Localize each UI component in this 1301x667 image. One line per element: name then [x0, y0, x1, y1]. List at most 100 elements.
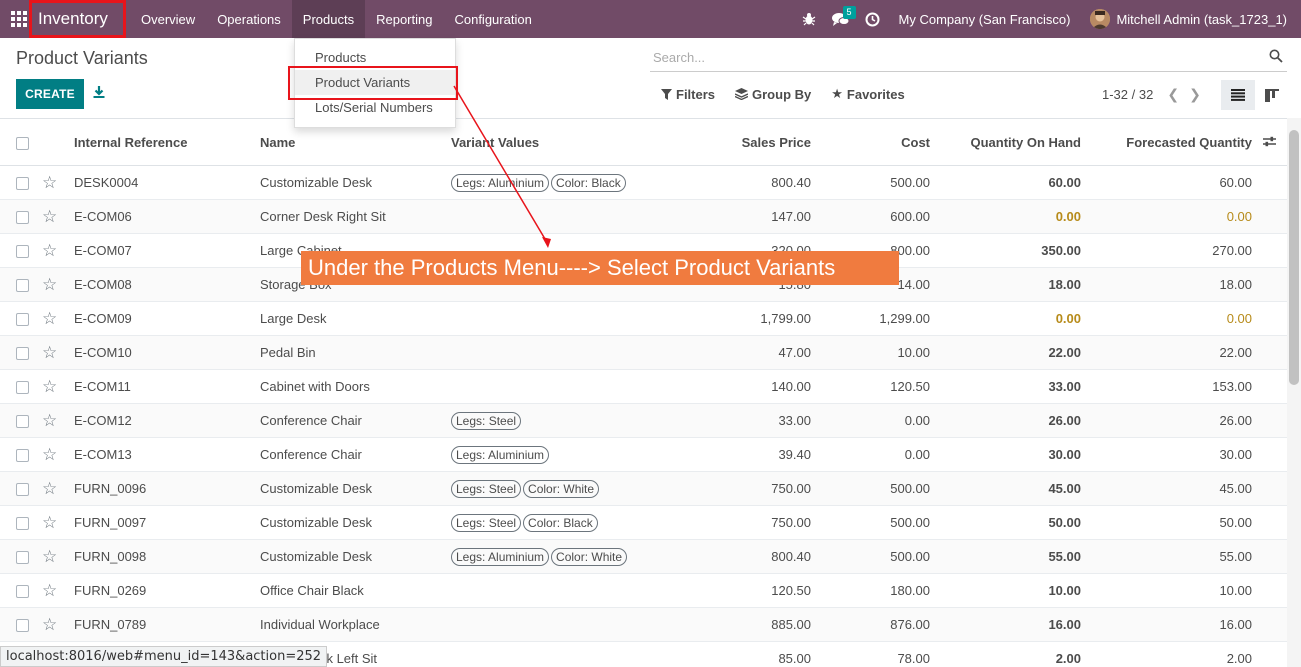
- favorite-star-icon[interactable]: ☆: [42, 377, 57, 396]
- table-row[interactable]: ☆ E-COM10 Pedal Bin 47.00 10.00 22.00 22.00: [0, 335, 1287, 370]
- favorite-star-icon[interactable]: ☆: [42, 581, 57, 600]
- table-row[interactable]: ☆ FURN_0789 Individual Workplace 885.00 876.…: [0, 607, 1287, 642]
- dropdown-item-product-variants[interactable]: Product Variants: [295, 70, 455, 95]
- table-row[interactable]: ☆ E-COM12 Conference Chair Legs: Steel 33.00…: [0, 403, 1287, 438]
- table-row[interactable]: ☆ E-COM11 Cabinet with Doors 140.00 120.50 33…: [0, 369, 1287, 404]
- favorites-toggle[interactable]: ★ Favorites: [831, 86, 904, 102]
- table-row[interactable]: ☆ FURN_0096 Customizable Desk Legs: Steel Co…: [0, 471, 1287, 506]
- table-row[interactable]: ☆ FURN_0269 Office Chair Black 120.50 180.00…: [0, 573, 1287, 608]
- table-row[interactable]: ☆ E-COM13 Conference Chair Legs: Aluminium 3…: [0, 437, 1287, 472]
- cell-name: Pedal Bin: [260, 335, 451, 370]
- favorite-star-icon[interactable]: ☆: [42, 241, 57, 260]
- activity-clock-icon[interactable]: [857, 0, 889, 38]
- cell-cost: 10.00: [811, 335, 930, 370]
- row-checkbox[interactable]: [16, 551, 29, 565]
- pager-next-icon[interactable]: ❯: [1189, 86, 1201, 103]
- search-input[interactable]: [650, 44, 1250, 70]
- download-icon[interactable]: [92, 85, 108, 101]
- group-by-label: Group By: [752, 86, 812, 102]
- dropdown-item-lots-serial[interactable]: Lots/Serial Numbers: [295, 95, 455, 120]
- header-internal-reference[interactable]: Internal Reference: [74, 118, 260, 166]
- favorite-star-icon[interactable]: ☆: [42, 615, 57, 634]
- star-icon: ★: [831, 86, 843, 101]
- vertical-scrollbar[interactable]: [1287, 118, 1301, 667]
- dropdown-item-products[interactable]: Products: [295, 45, 455, 70]
- user-avatar[interactable]: [1090, 9, 1111, 29]
- row-select-cell: [0, 165, 42, 200]
- row-select-cell: [0, 369, 42, 404]
- row-checkbox[interactable]: [16, 483, 29, 497]
- create-button[interactable]: CREATE: [16, 79, 84, 109]
- header-cost[interactable]: Cost: [811, 118, 930, 166]
- row-checkbox[interactable]: [16, 449, 29, 463]
- cell-variant-values: Legs: Aluminium Color: White: [451, 539, 671, 574]
- variant-value-tag: Color: Black: [523, 513, 598, 532]
- menu-configuration[interactable]: Configuration: [443, 0, 542, 38]
- optional-columns-icon[interactable]: [1252, 118, 1287, 166]
- favorite-star-icon[interactable]: ☆: [42, 513, 57, 532]
- kanban-view-icon[interactable]: [1255, 80, 1289, 110]
- row-checkbox[interactable]: [16, 313, 29, 327]
- table-row[interactable]: ☆ FURN_0097 Customizable Desk Legs: Steel Co…: [0, 505, 1287, 540]
- favorite-star-icon[interactable]: ☆: [42, 445, 57, 464]
- company-switcher[interactable]: My Company (San Francisco): [899, 12, 1071, 27]
- pager-previous-icon[interactable]: ❮: [1167, 86, 1179, 103]
- cell-internal-reference: FURN_0098: [74, 539, 260, 574]
- list-view-icon[interactable]: [1221, 80, 1255, 110]
- row-checkbox[interactable]: [16, 517, 29, 531]
- row-checkbox[interactable]: [16, 245, 29, 259]
- main-menu: Overview Operations Products Reporting C…: [130, 0, 543, 38]
- row-checkbox[interactable]: [16, 381, 29, 395]
- favorite-star-icon[interactable]: ☆: [42, 275, 57, 294]
- menu-reporting[interactable]: Reporting: [365, 0, 443, 38]
- products-dropdown: Products Product Variants Lots/Serial Nu…: [294, 38, 456, 128]
- header-quantity-on-hand[interactable]: Quantity On Hand: [930, 118, 1081, 166]
- header-forecasted-quantity[interactable]: Forecasted Quantity: [1081, 118, 1252, 166]
- row-checkbox[interactable]: [16, 347, 29, 361]
- favorite-star-icon[interactable]: ☆: [42, 173, 57, 192]
- menu-overview[interactable]: Overview: [130, 0, 206, 38]
- header-variant-values[interactable]: Variant Values: [451, 118, 671, 166]
- favorite-star-icon[interactable]: ☆: [42, 309, 57, 328]
- row-checkbox[interactable]: [16, 415, 29, 429]
- favorite-star-icon[interactable]: ☆: [42, 411, 57, 430]
- cell-forecasted-quantity: 10.00: [1081, 573, 1252, 608]
- row-checkbox[interactable]: [16, 585, 29, 599]
- row-checkbox[interactable]: [16, 279, 29, 293]
- app-brand[interactable]: Inventory: [29, 0, 126, 38]
- cell-cost: 876.00: [811, 607, 930, 642]
- messages-icon[interactable]: 5: [825, 0, 857, 38]
- favorite-star-icon[interactable]: ☆: [42, 207, 57, 226]
- row-spacer: [1252, 233, 1287, 268]
- cell-quantity-on-hand: 18.00: [930, 267, 1081, 302]
- scrollbar-thumb[interactable]: [1289, 130, 1299, 385]
- cell-variant-values: Legs: Steel: [451, 403, 671, 438]
- menu-operations[interactable]: Operations: [206, 0, 292, 38]
- filters-toggle[interactable]: Filters: [661, 86, 715, 102]
- table-row[interactable]: ☆ DESK0004 Customizable Desk Legs: Aluminiu…: [0, 165, 1287, 200]
- group-by-toggle[interactable]: Group By: [735, 86, 811, 102]
- pager-value[interactable]: 1-32 / 32: [1102, 87, 1153, 102]
- table-row[interactable]: ☆ E-COM06 Corner Desk Right Sit 147.00 600.0…: [0, 199, 1287, 234]
- favorite-star-icon[interactable]: ☆: [42, 343, 57, 362]
- cell-internal-reference: FURN_0789: [74, 607, 260, 642]
- row-star-cell: ☆: [42, 471, 74, 506]
- row-checkbox[interactable]: [16, 177, 29, 191]
- user-menu[interactable]: Mitchell Admin (task_1723_1): [1116, 12, 1287, 27]
- search-icon[interactable]: [1269, 49, 1285, 65]
- row-checkbox[interactable]: [16, 211, 29, 225]
- favorite-star-icon[interactable]: ☆: [42, 547, 57, 566]
- row-checkbox[interactable]: [16, 619, 29, 633]
- select-all-checkbox[interactable]: [16, 136, 29, 150]
- header-sales-price[interactable]: Sales Price: [671, 118, 811, 166]
- cell-quantity-on-hand: 26.00: [930, 403, 1081, 438]
- favorite-star-icon[interactable]: ☆: [42, 479, 57, 498]
- menu-products[interactable]: Products: [291, 0, 366, 38]
- table-row[interactable]: ☆ FURN_0098 Customizable Desk Legs: Alumini…: [0, 539, 1287, 574]
- row-select-cell: [0, 505, 42, 540]
- table-row[interactable]: ☆ E-COM09 Large Desk 1,799.00 1,299.00 0.00 0.…: [0, 301, 1287, 336]
- cell-internal-reference: FURN_0269: [74, 573, 260, 608]
- cell-name: Customizable Desk: [260, 471, 451, 506]
- cell-forecasted-quantity: 60.00: [1081, 165, 1252, 200]
- bug-icon[interactable]: [793, 0, 825, 38]
